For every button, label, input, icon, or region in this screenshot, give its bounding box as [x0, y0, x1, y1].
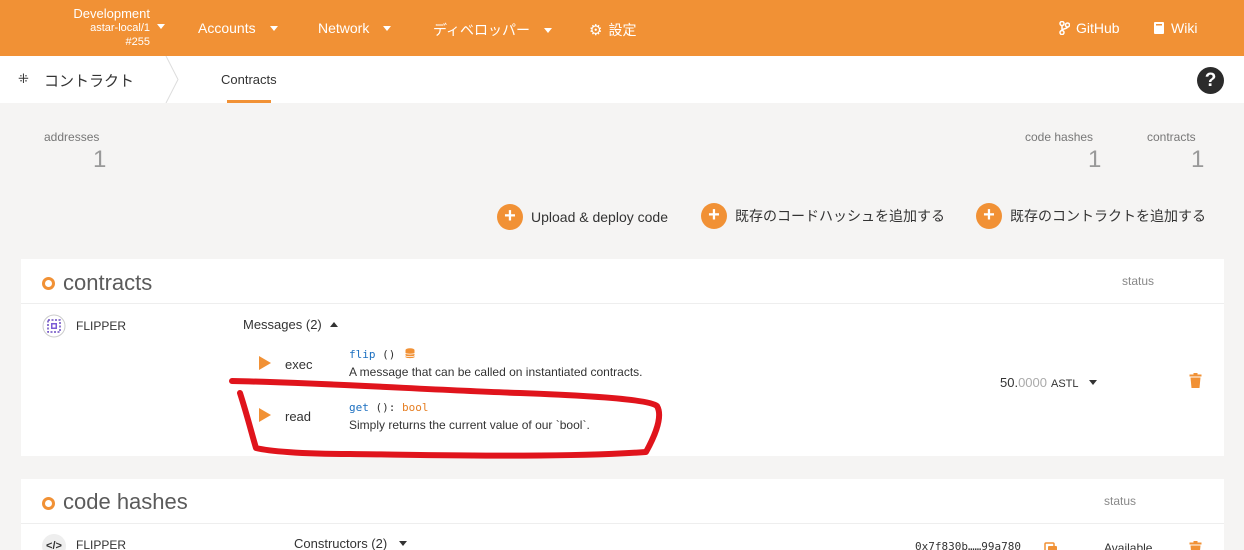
circle-dot-icon: [42, 497, 55, 510]
copy-icon[interactable]: [1044, 542, 1058, 550]
code-hashes-status-label: status: [1104, 494, 1137, 508]
code-hashes-title: code hashes: [63, 489, 188, 514]
code-icon: </>: [42, 534, 66, 550]
chevron-down-icon: [399, 541, 408, 546]
code-hashes-card-header: code hashes status: [21, 479, 1224, 524]
code-hash-name: FLIPPER: [76, 538, 127, 550]
trash-icon[interactable]: [1189, 541, 1202, 550]
code-hashes-card: code hashes status </> FLIPPER Construct…: [21, 479, 1224, 550]
code-hash-value: 0x7f830b……99a780: [915, 540, 1021, 550]
constructors-toggle[interactable]: Constructors (2): [294, 536, 408, 550]
annotation-circle: [229, 378, 663, 459]
constructors-label: Constructors (2): [294, 536, 388, 550]
code-hash-status: Available: [1104, 541, 1153, 550]
